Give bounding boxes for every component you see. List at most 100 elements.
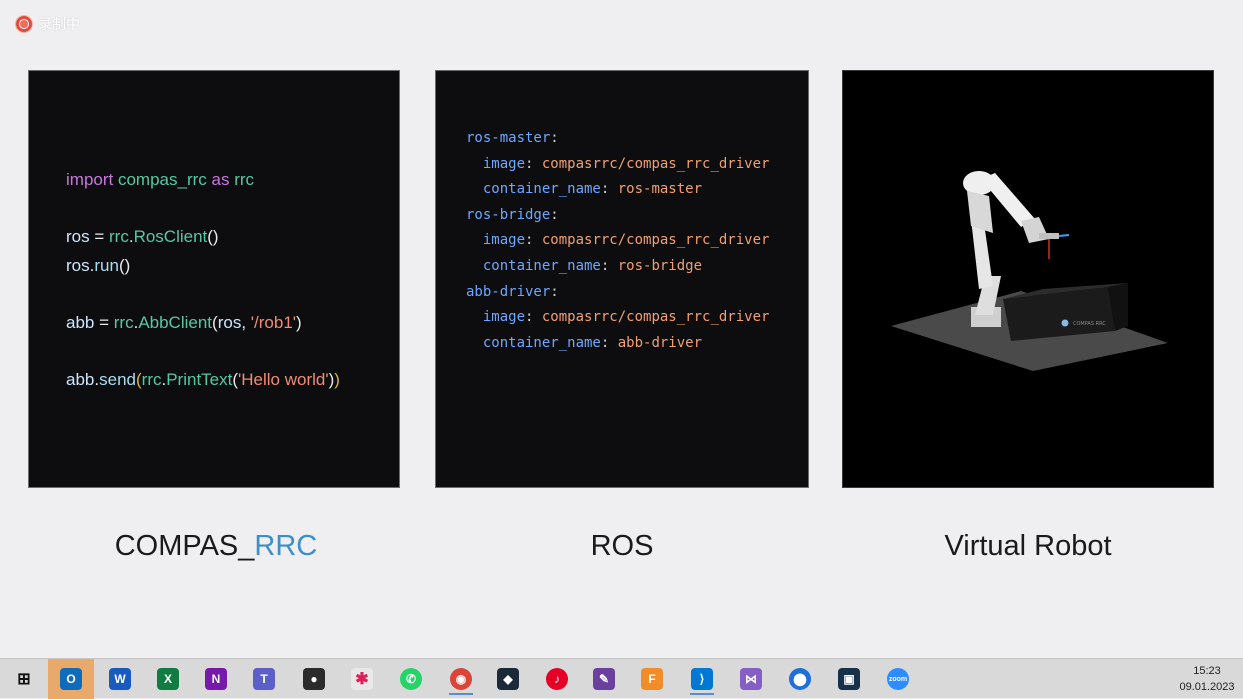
screen-app-icon[interactable]: ▣ xyxy=(833,663,865,695)
code-token: , xyxy=(241,312,251,332)
yaml-token: container_name xyxy=(482,181,601,198)
record-icon xyxy=(16,16,32,32)
whatsapp-icon[interactable]: ✆ xyxy=(395,663,427,695)
robot-wrist xyxy=(1021,217,1049,243)
app-cube-icon[interactable]: ◆ xyxy=(492,663,524,695)
yaml-token: compasrrc/compas_rrc_driver xyxy=(541,309,770,326)
yaml-token: compasrrc/compas_rrc_driver xyxy=(541,232,770,249)
chrome-icon[interactable]: ◉ xyxy=(445,663,477,695)
robot-tool-tip xyxy=(1058,234,1070,237)
word-glyph: W xyxy=(109,668,131,690)
excel-icon[interactable]: X xyxy=(152,663,184,695)
ros-config-panel: ros-master: image: compasrrc/compas_rrc_… xyxy=(435,70,809,488)
code-token: compas_rrc xyxy=(117,170,207,189)
yaml-line: container_name: ros-master xyxy=(466,177,769,203)
caption-compas-prefix: COMPAS_ xyxy=(114,530,255,562)
clock-date: 09.01.2023 xyxy=(1179,681,1235,693)
python-code-block: import compas_rrc as rrc ros = rrc.RosCli… xyxy=(66,166,340,394)
yaml-line: abb-driver: xyxy=(466,280,769,306)
yaml-token xyxy=(466,232,483,248)
code-token: PrintText xyxy=(166,369,233,389)
yaml-token: : xyxy=(600,181,618,198)
yaml-line: ros-bridge: xyxy=(466,203,769,229)
yaml-token: compasrrc/compas_rrc_driver xyxy=(541,155,770,172)
code-token: 'Hello world' xyxy=(238,369,329,389)
outlook-icon[interactable]: O xyxy=(48,659,94,699)
yaml-line: image: compasrrc/compas_rrc_driver xyxy=(466,152,770,178)
zoom-glyph: zoom xyxy=(887,668,909,690)
windows-start-glyph: ⊞ xyxy=(17,671,31,688)
onenote-glyph: N xyxy=(205,668,227,690)
slack-icon[interactable]: ✱ xyxy=(346,663,378,695)
chat-bubble-glyph: ● xyxy=(303,668,325,690)
yaml-token: : xyxy=(525,232,542,249)
caption-virtual-robot: Virtual Robot xyxy=(944,530,1112,562)
code-token: AbbClient xyxy=(138,312,213,332)
code-token: () xyxy=(207,227,219,246)
yaml-token: abb-driver xyxy=(466,283,551,300)
code-token: abb xyxy=(66,369,95,389)
yaml-token: image xyxy=(482,155,526,172)
yaml-token: : xyxy=(550,206,559,223)
chat-bubble-icon[interactable]: ● xyxy=(298,663,330,695)
code-line: abb = rrc.AbbClient(ros, '/rob1') xyxy=(66,309,340,338)
code-line: ros = rrc.RosClient() xyxy=(66,223,340,252)
yaml-line: image: compasrrc/compas_rrc_driver xyxy=(466,305,770,331)
yaml-token: : xyxy=(600,334,618,351)
netease-music-icon[interactable]: ♪ xyxy=(541,663,573,695)
yaml-token: abb-driver xyxy=(617,334,703,351)
yaml-token: container_name xyxy=(482,257,601,274)
location-pin-icon[interactable]: ⬤ xyxy=(784,663,816,695)
code-token: () xyxy=(118,255,131,275)
python-code-panel: import compas_rrc as rrc ros = rrc.RosCli… xyxy=(28,70,400,488)
teams-icon[interactable]: T xyxy=(248,663,280,695)
code-token: = xyxy=(89,227,109,246)
code-line: ros.run() xyxy=(66,252,340,281)
recording-label: 录制中 xyxy=(38,17,80,33)
pencil-app-glyph: ✎ xyxy=(593,668,615,690)
yaml-token: ros-master xyxy=(466,130,551,146)
outlook-glyph: O xyxy=(60,668,82,690)
excel-glyph: X xyxy=(157,668,179,690)
yaml-token xyxy=(466,258,483,274)
code-token: rrc xyxy=(234,170,255,189)
code-token: RosClient xyxy=(133,227,208,246)
pencil-app-icon[interactable]: ✎ xyxy=(588,663,620,695)
robot-tool xyxy=(1039,233,1059,239)
code-token: import xyxy=(66,170,114,189)
yaml-token: ros-bridge xyxy=(617,257,703,274)
caption-ros: ROS xyxy=(590,530,654,562)
zoom-icon[interactable]: zoom xyxy=(882,663,914,695)
code-token: abb xyxy=(66,312,95,332)
onenote-icon[interactable]: N xyxy=(200,663,232,695)
caption-compas-accent: RRC xyxy=(254,530,318,562)
location-pin-glyph: ⬤ xyxy=(789,668,811,690)
recording-indicator[interactable]: 录制中 xyxy=(16,14,80,34)
yaml-token: : xyxy=(550,283,559,300)
vscode-icon[interactable]: ⟩ xyxy=(686,663,718,695)
active-indicator xyxy=(449,693,473,695)
yaml-token xyxy=(466,335,483,351)
yaml-line: ros-master: xyxy=(466,126,769,152)
code-line: abb.send(rrc.PrintText('Hello world')) xyxy=(66,366,340,395)
whatsapp-glyph: ✆ xyxy=(400,668,422,690)
clock-time: 15:23 xyxy=(1193,665,1221,677)
box-logo-icon xyxy=(1061,319,1069,327)
windows-start-icon[interactable]: ⊞ xyxy=(8,663,40,695)
netease-music-glyph: ♪ xyxy=(546,668,568,690)
yaml-token: ros-bridge xyxy=(466,206,551,223)
taskbar-clock[interactable]: 15:23 09.01.2023 xyxy=(1175,663,1239,695)
code-token: '/rob1' xyxy=(250,312,297,332)
fusion-360-glyph: F xyxy=(641,668,663,690)
word-icon[interactable]: W xyxy=(104,663,136,695)
visual-studio-icon[interactable]: ⋈ xyxy=(735,663,767,695)
yaml-token xyxy=(466,181,483,197)
yaml-line: container_name: ros-bridge xyxy=(466,254,769,280)
yaml-token: : xyxy=(550,130,559,146)
code-token: rrc xyxy=(141,369,162,389)
teams-glyph: T xyxy=(253,668,275,690)
box-logo-text: COMPAS RRC xyxy=(1073,321,1106,327)
code-token: ) xyxy=(296,312,302,332)
fusion-360-icon[interactable]: F xyxy=(636,663,668,695)
yaml-token: : xyxy=(525,155,542,172)
